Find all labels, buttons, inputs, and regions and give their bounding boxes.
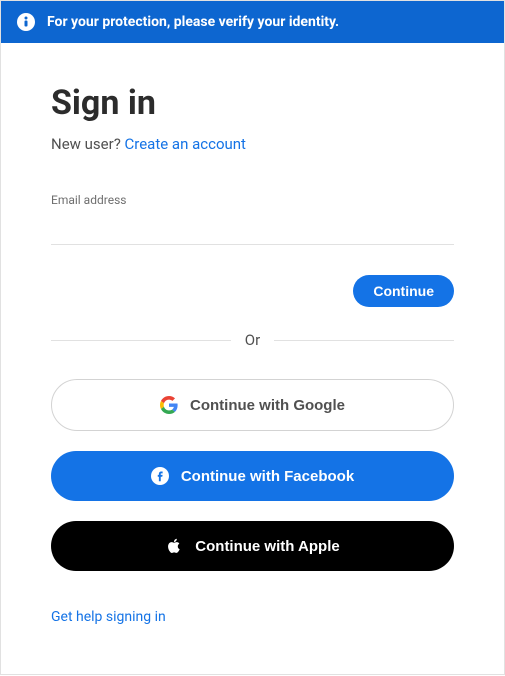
continue-row: Continue [51, 275, 454, 307]
continue-with-apple-button[interactable]: Continue with Apple [51, 521, 454, 571]
email-field-group: Email address [51, 193, 454, 245]
apple-icon [165, 537, 183, 555]
divider-line-right [274, 340, 454, 341]
email-label: Email address [51, 193, 454, 207]
divider: Or [51, 331, 454, 349]
email-input[interactable] [51, 215, 454, 245]
help-signing-in-link[interactable]: Get help signing in [51, 609, 166, 625]
google-icon [160, 396, 178, 414]
info-icon [17, 13, 35, 31]
signin-container: Sign in New user? Create an account Emai… [0, 43, 505, 675]
new-user-prompt: New user? Create an account [51, 135, 454, 153]
continue-with-google-button[interactable]: Continue with Google [51, 379, 454, 431]
page-title: Sign in [51, 83, 454, 123]
divider-text: Or [231, 331, 274, 349]
apple-button-label: Continue with Apple [195, 538, 339, 555]
new-user-text: New user? [51, 135, 125, 153]
verify-identity-banner: For your protection, please verify your … [0, 0, 505, 43]
divider-line-left [51, 340, 231, 341]
create-account-link[interactable]: Create an account [125, 135, 246, 153]
continue-with-facebook-button[interactable]: Continue with Facebook [51, 451, 454, 501]
continue-button[interactable]: Continue [353, 275, 454, 307]
banner-message: For your protection, please verify your … [47, 14, 339, 30]
google-button-label: Continue with Google [190, 397, 345, 414]
facebook-button-label: Continue with Facebook [181, 468, 354, 485]
facebook-icon [151, 467, 169, 485]
